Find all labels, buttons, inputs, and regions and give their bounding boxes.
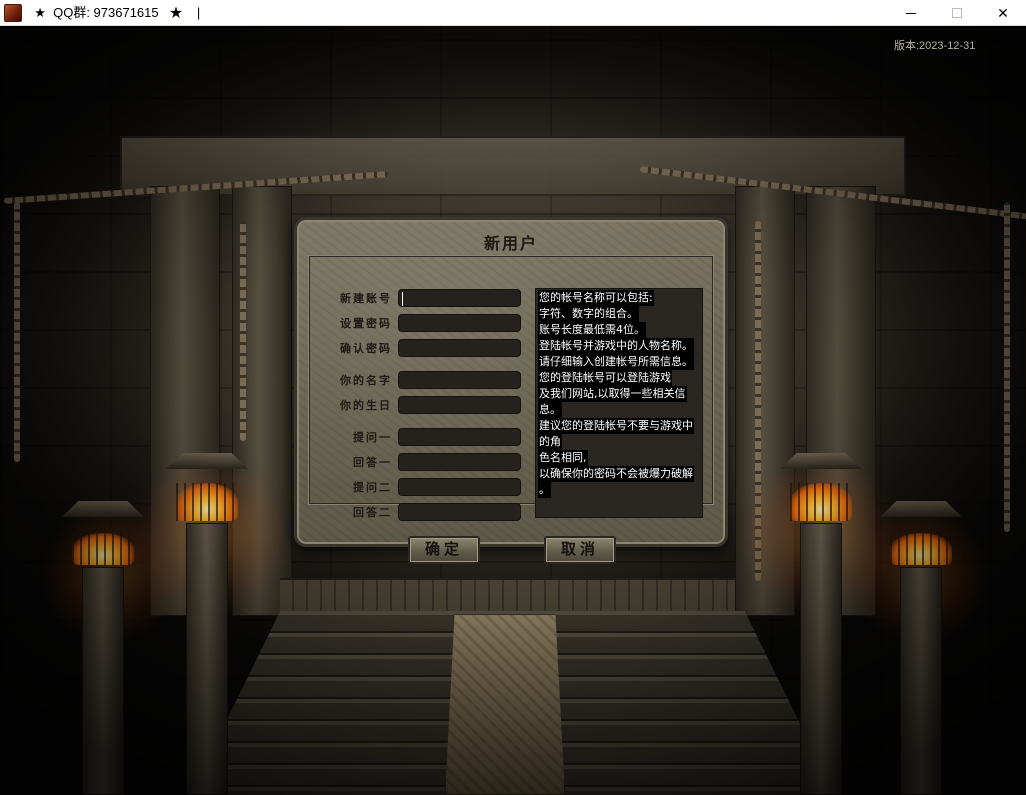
answer-2-input[interactable] <box>398 503 521 521</box>
info-line: 登陆帐号并游戏中的人物名称。 <box>538 338 694 354</box>
field-label-question-2: 提问二 <box>353 481 392 494</box>
info-line: 您的帐号名称可以包括: <box>538 290 654 306</box>
maximize-button[interactable] <box>934 0 980 26</box>
confirm-password-input[interactable] <box>398 339 521 357</box>
dialog-title: 新用户 <box>483 234 538 253</box>
close-button[interactable]: ✕ <box>980 0 1026 26</box>
cancel-button[interactable]: 取消 <box>544 536 616 564</box>
close-icon: ✕ <box>997 4 1009 21</box>
field-label-new-account: 新建账号 <box>340 292 392 305</box>
info-line: 的角 <box>538 434 562 450</box>
text-caret <box>402 292 403 306</box>
account-info-panel: 您的帐号名称可以包括: 字符、数字的组合。 账号长度最低需4位。 登陆帐号并游戏… <box>535 288 703 518</box>
set-password-input[interactable] <box>398 314 521 332</box>
new-account-input[interactable] <box>398 289 521 307</box>
field-label-confirm-password: 确认密码 <box>340 342 392 355</box>
info-line: 息。 <box>538 402 562 418</box>
field-label-answer-2: 回答二 <box>353 506 392 519</box>
app-icon <box>4 4 22 22</box>
info-line: 账号长度最低需4位。 <box>538 322 646 338</box>
minimize-button[interactable] <box>888 0 934 26</box>
window-titlebar: ★ QQ群: 973671615 ★ | ✕ <box>0 0 1026 26</box>
your-name-input[interactable] <box>398 371 521 389</box>
version-label: 版本:2023-12-31 <box>894 40 976 52</box>
answer-1-input[interactable] <box>398 453 521 471</box>
field-label-set-password: 设置密码 <box>340 317 392 330</box>
field-label-birthday: 你的生日 <box>340 399 392 412</box>
birthday-input[interactable] <box>398 396 521 414</box>
info-line: 建议您的登陆帐号不要与游戏中 <box>538 418 694 434</box>
info-line: 色名相同, <box>538 450 588 466</box>
minimize-icon <box>906 12 916 14</box>
maximize-icon <box>952 8 962 18</box>
info-line: 及我们网站,以取得一些相关信 <box>538 386 687 402</box>
question-2-input[interactable] <box>398 478 521 496</box>
question-1-input[interactable] <box>398 428 521 446</box>
info-line: 您的登陆帐号可以登陆游戏 <box>538 370 672 386</box>
field-label-answer-1: 回答一 <box>353 456 392 469</box>
info-line: 。 <box>538 482 551 498</box>
field-label-your-name: 你的名字 <box>340 374 392 387</box>
ok-button[interactable]: 确定 <box>408 536 480 564</box>
info-line: 请仔细输入创建帐号所需信息。 <box>538 354 694 370</box>
info-line: 以确保你的密码不会被爆力破解 <box>538 466 694 482</box>
field-label-question-1: 提问一 <box>353 431 392 444</box>
info-line: 字符、数字的组合。 <box>538 306 639 322</box>
window-title: ★ QQ群: 973671615 ★ | <box>27 5 201 20</box>
